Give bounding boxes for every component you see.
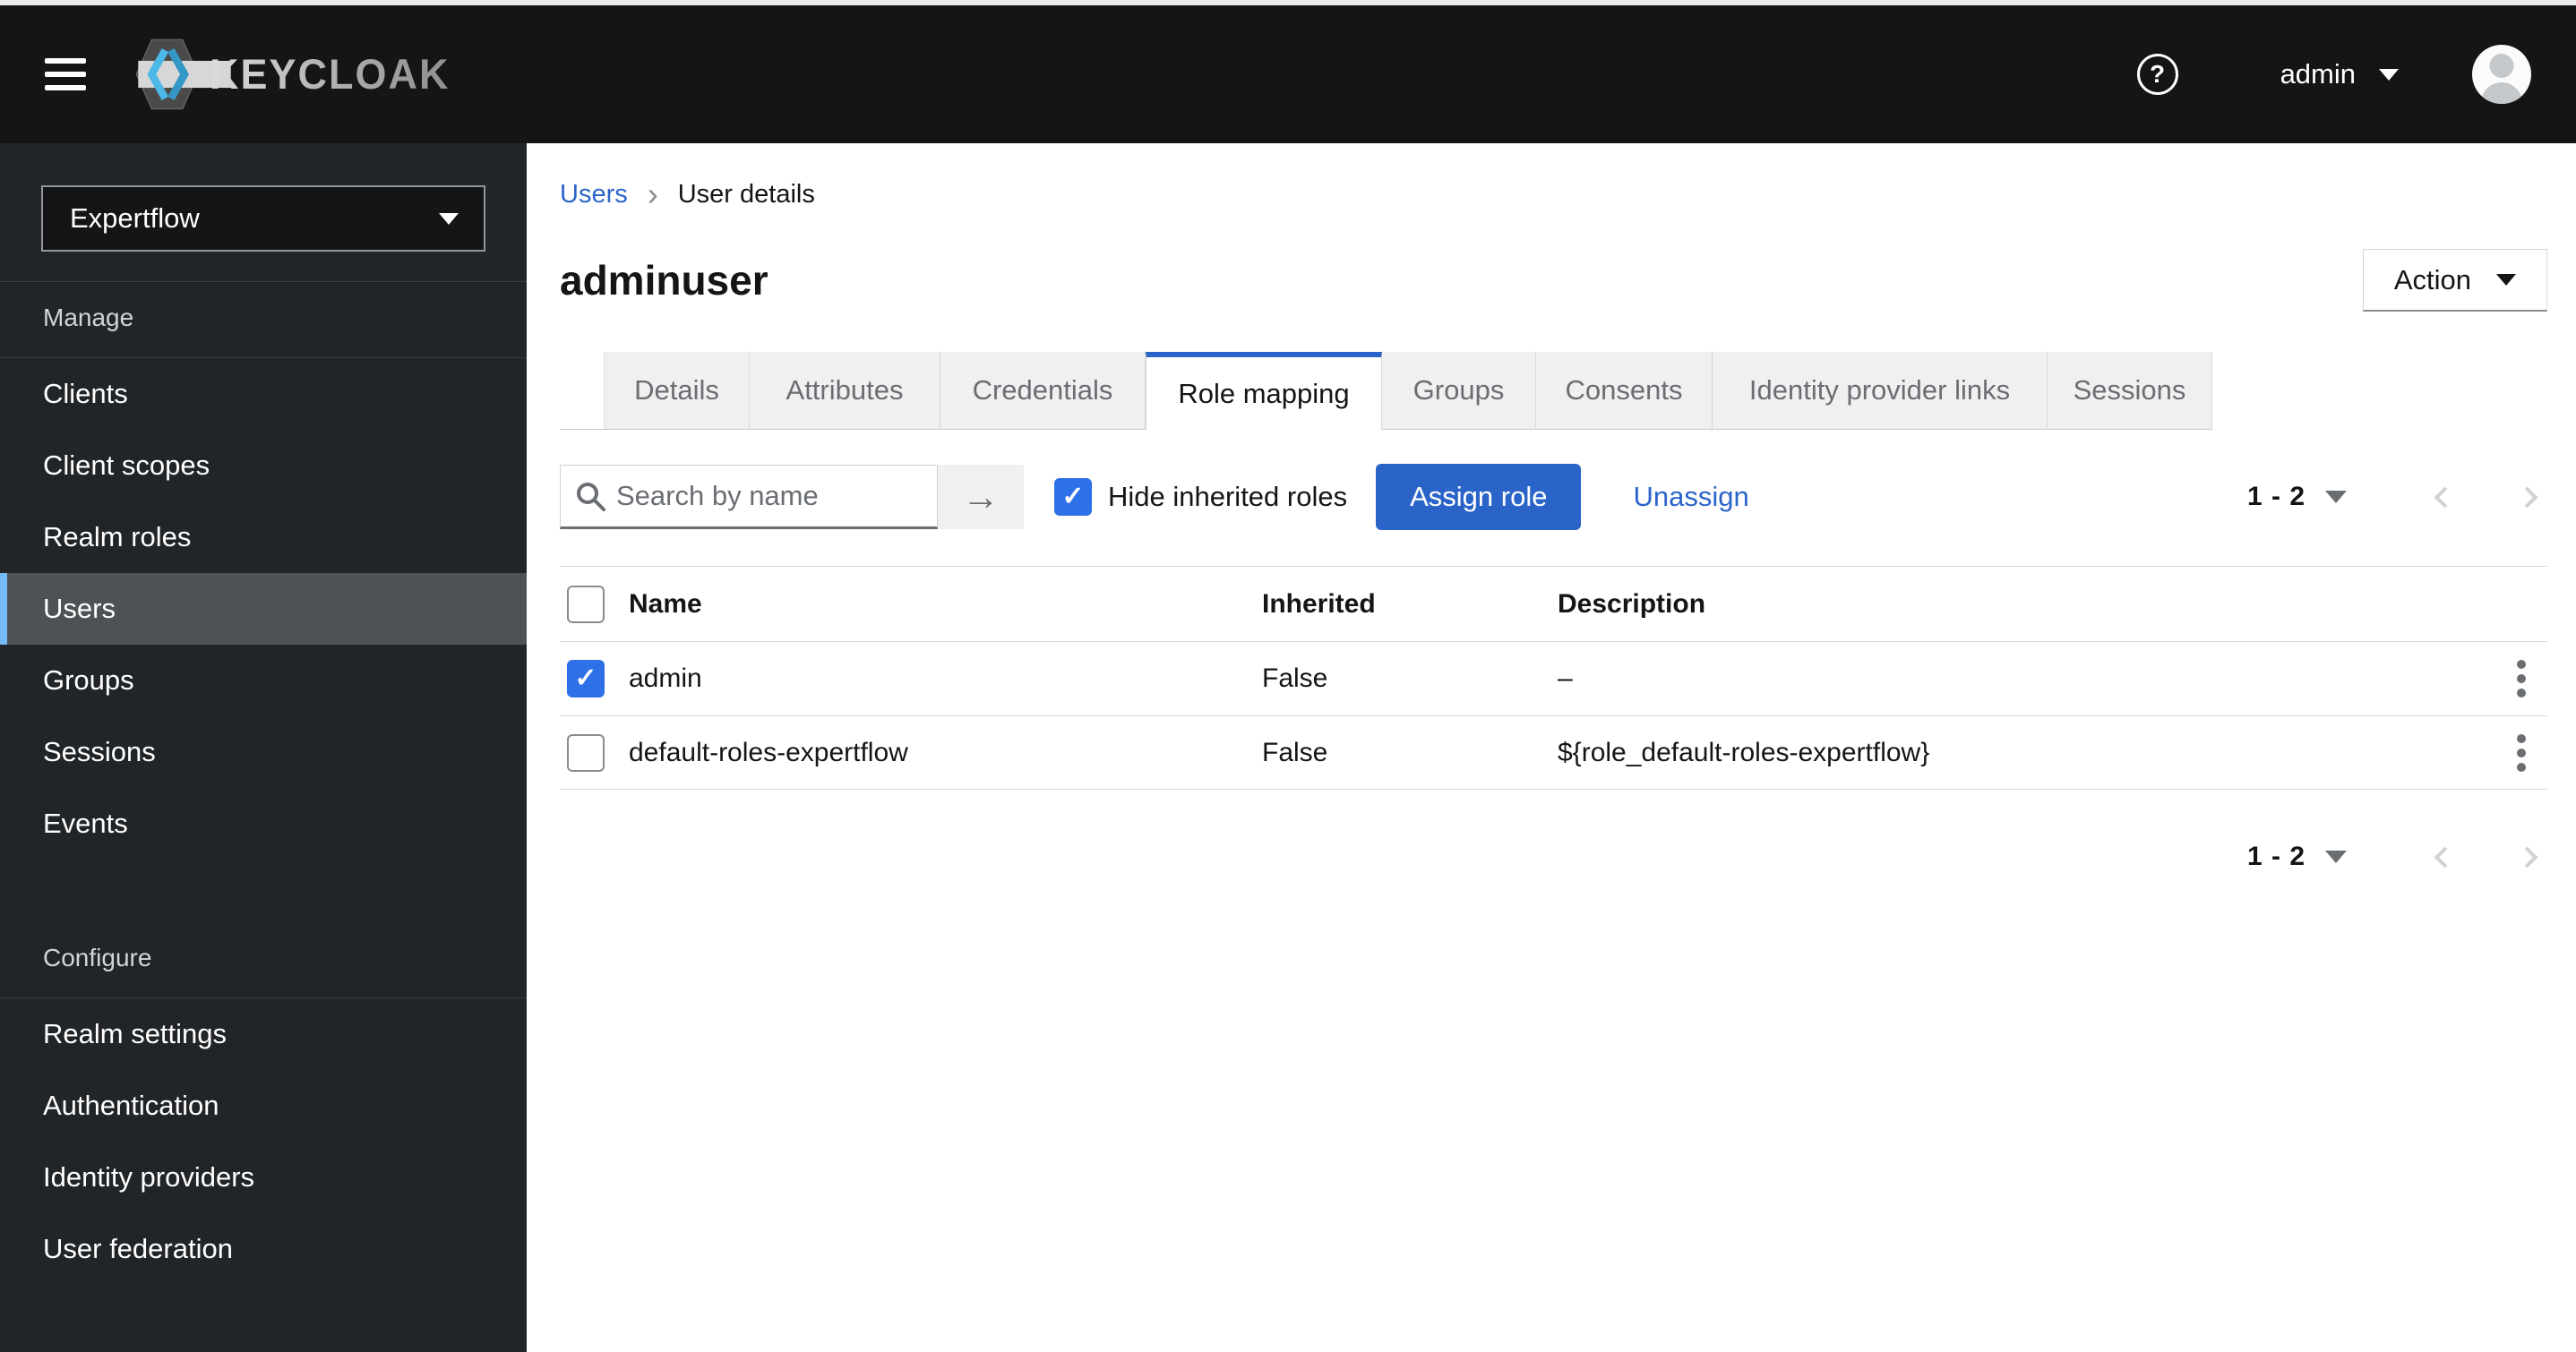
header-right-cluster: ? admin: [2136, 45, 2531, 104]
sidebar-item-identity-providers[interactable]: Identity providers: [0, 1142, 527, 1213]
avatar[interactable]: [2472, 45, 2531, 104]
sidebar-item-authentication[interactable]: Authentication: [0, 1070, 527, 1142]
row-checkbox[interactable]: ✓: [567, 660, 605, 697]
tab-bar: Details Attributes Credentials Role mapp…: [560, 352, 2212, 430]
tab-credentials[interactable]: Credentials: [940, 352, 1146, 429]
sidebar-item-user-federation[interactable]: User federation: [0, 1213, 527, 1285]
column-header-inherited: Inherited: [1262, 588, 1376, 619]
pagination-range-dropdown[interactable]: 1 - 2: [2247, 482, 2347, 512]
assign-role-button[interactable]: Assign role: [1376, 464, 1582, 530]
sidebar-item-events[interactable]: Events: [0, 788, 527, 860]
search-group: →: [560, 465, 1024, 529]
pagination-next-button[interactable]: [2512, 479, 2547, 515]
pagination-prev-button[interactable]: [2424, 839, 2460, 875]
hide-inherited-label[interactable]: Hide inherited roles: [1108, 481, 1347, 513]
realm-selector-block: Expertflow: [0, 143, 527, 282]
search-submit-button[interactable]: →: [938, 465, 1024, 529]
search-input[interactable]: [560, 465, 938, 529]
pagination-top: 1 - 2: [2247, 479, 2547, 515]
check-icon: ✓: [1061, 482, 1085, 511]
keycloak-logo-text: KEYCLOAK: [210, 49, 451, 98]
help-button[interactable]: ?: [2136, 54, 2178, 95]
nav-list-configure: Realm settings Authentication Identity p…: [0, 998, 527, 1285]
realm-name: Expertflow: [70, 202, 200, 234]
breadcrumb-current: User details: [677, 179, 815, 209]
sidebar-item-client-scopes[interactable]: Client scopes: [0, 430, 527, 501]
tab-sessions[interactable]: Sessions: [2048, 352, 2212, 429]
breadcrumb-chevron-icon: ›: [647, 175, 658, 212]
tab-role-mapping[interactable]: Role mapping: [1146, 352, 1382, 430]
tab-details[interactable]: Details: [604, 352, 750, 429]
role-description: ${role_default-roles-expertflow}: [1558, 737, 1930, 767]
nav-section-title-manage: Manage: [0, 282, 527, 358]
hamburger-icon: [45, 58, 86, 64]
row-checkbox[interactable]: [567, 733, 605, 772]
table-row: default-roles-expertflow False ${role_de…: [560, 715, 2547, 790]
table-header-row: Name Inherited Description: [560, 566, 2547, 641]
pagination-range-dropdown[interactable]: 1 - 2: [2247, 842, 2347, 872]
sidebar-item-realm-roles[interactable]: Realm roles: [0, 501, 527, 573]
caret-down-icon: [2379, 68, 2399, 81]
tab-identity-provider-links[interactable]: Identity provider links: [1713, 352, 2048, 429]
role-inherited: False: [1262, 737, 1328, 767]
nav-list-manage: Clients Client scopes Realm roles Users …: [0, 358, 527, 860]
chevron-left-icon: [2433, 845, 2456, 869]
keycloak-logo[interactable]: KEYCLOAK: [136, 37, 451, 112]
sidebar-item-users[interactable]: Users: [0, 573, 527, 645]
app-header: KEYCLOAK ? admin: [0, 5, 2576, 143]
pagination-next-button[interactable]: [2512, 839, 2547, 875]
help-icon: ?: [2150, 60, 2166, 88]
pagination-bottom-row: 1 - 2: [560, 823, 2547, 891]
role-description: –: [1558, 663, 1573, 693]
tab-groups[interactable]: Groups: [1382, 352, 1536, 429]
select-all-checkbox[interactable]: [567, 585, 605, 623]
avatar-person-icon: [2489, 54, 2514, 78]
tab-attributes[interactable]: Attributes: [750, 352, 940, 429]
pagination-bottom: 1 - 2: [2247, 839, 2547, 875]
title-row: adminuser Action: [560, 249, 2547, 312]
breadcrumb-users-link[interactable]: Users: [560, 180, 628, 210]
kebab-menu-icon[interactable]: [2508, 651, 2547, 706]
arrow-right-icon: →: [962, 475, 1000, 518]
sidebar-item-realm-settings[interactable]: Realm settings: [0, 998, 527, 1070]
username-label: admin: [2280, 58, 2356, 90]
nav-section-title-configure: Configure: [0, 922, 527, 998]
chevron-left-icon: [2433, 485, 2456, 509]
sidebar: Expertflow Manage Clients Client scopes …: [0, 143, 527, 1352]
caret-down-icon: [2496, 274, 2516, 286]
main-content: Users › User details adminuser Action De…: [527, 143, 2576, 1352]
table-row: ✓ admin False –: [560, 641, 2547, 715]
hide-inherited-checkbox[interactable]: ✓: [1054, 478, 1092, 516]
breadcrumb: Users › User details: [560, 175, 2547, 212]
sidebar-item-sessions[interactable]: Sessions: [0, 716, 527, 788]
sidebar-item-groups[interactable]: Groups: [0, 645, 527, 716]
realm-selector-dropdown[interactable]: Expertflow: [41, 185, 485, 252]
tab-consents[interactable]: Consents: [1536, 352, 1713, 429]
hamburger-menu-button[interactable]: [45, 51, 86, 98]
role-mapping-table: Name Inherited Description ✓ admin False…: [560, 566, 2547, 790]
unassign-link[interactable]: Unassign: [1633, 481, 1748, 513]
window-top-edge: [0, 0, 2576, 5]
check-icon: ✓: [574, 663, 597, 693]
search-icon: [577, 483, 605, 511]
chevron-right-icon: [2515, 845, 2538, 869]
page-title: adminuser: [560, 257, 769, 304]
chevron-down-icon: [439, 212, 459, 225]
role-name: default-roles-expertflow: [629, 737, 908, 767]
sidebar-item-clients[interactable]: Clients: [0, 358, 527, 430]
caret-down-icon: [2325, 491, 2347, 503]
column-header-description: Description: [1558, 588, 1706, 619]
caret-down-icon: [2325, 851, 2347, 863]
user-menu-dropdown[interactable]: admin: [2280, 58, 2399, 90]
column-header-name: Name: [629, 588, 702, 619]
role-mapping-toolbar: → ✓ Hide inherited roles Assign role Una…: [560, 464, 2547, 530]
action-dropdown-button[interactable]: Action: [2362, 249, 2547, 312]
kebab-menu-icon[interactable]: [2508, 725, 2547, 781]
pagination-prev-button[interactable]: [2424, 479, 2460, 515]
role-inherited: False: [1262, 663, 1328, 693]
role-name: admin: [629, 663, 702, 693]
chevron-right-icon: [2515, 485, 2538, 509]
hide-inherited-group: ✓ Hide inherited roles: [1054, 478, 1347, 516]
